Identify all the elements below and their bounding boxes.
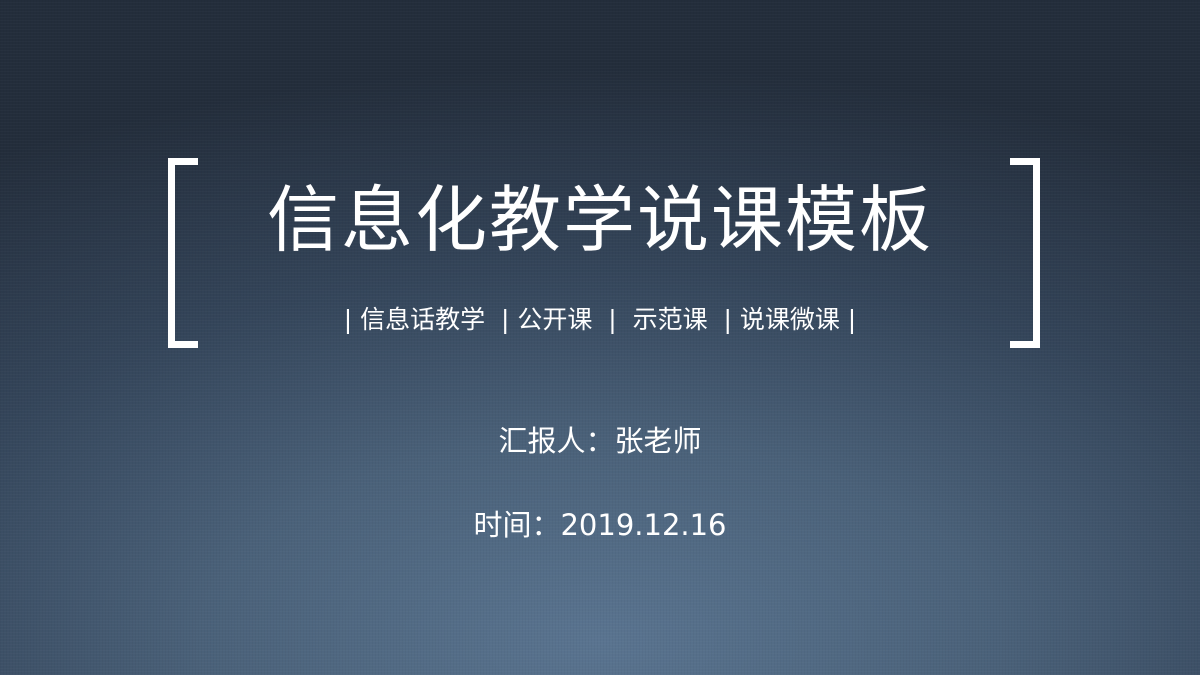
slide-subtitle-tags: | 信息话教学 | 公开课 | 示范课 | 说课微课 | [343, 305, 857, 334]
date-line: 时间：2019.12.16 [473, 508, 727, 542]
reporter-line: 汇报人：张老师 [498, 424, 702, 458]
slide-canvas: 信息化教学说课模板 | 信息话教学 | 公开课 | 示范课 | 说课微课 | 汇… [0, 0, 1200, 675]
slide-title: 信息化教学说课模板 [266, 178, 933, 262]
right-bracket-decoration [1010, 158, 1040, 348]
left-bracket-decoration [168, 158, 198, 348]
